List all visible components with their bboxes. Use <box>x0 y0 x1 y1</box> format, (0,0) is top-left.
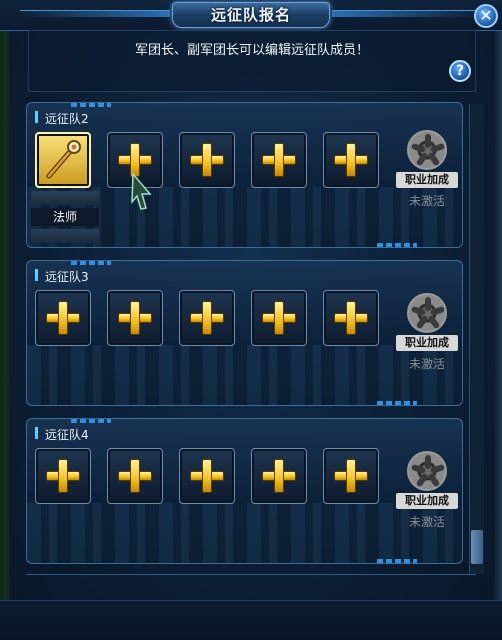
left-background-strip <box>0 0 10 640</box>
member-slot-add[interactable] <box>323 448 379 504</box>
class-bonus: 职业加成 未激活 <box>396 293 462 377</box>
staff-icon <box>46 140 81 179</box>
plus-icon <box>118 301 152 335</box>
team-panel-3: 远征队3 职业加成 未激活 <box>26 260 463 406</box>
member-slot-add[interactable] <box>179 132 235 188</box>
plus-icon <box>334 143 368 177</box>
class-bar <box>31 229 99 243</box>
panel-marker <box>35 269 38 281</box>
title-decoration-right <box>332 10 482 17</box>
scroll-thumb[interactable] <box>471 530 483 564</box>
plus-icon <box>190 143 224 177</box>
member-slot-add[interactable] <box>35 448 91 504</box>
plus-icon <box>262 459 296 493</box>
expedition-signup-window: 远征队报名 ✕ 军团长、副军团长可以编辑远征队成员！ ? 远征队2 法师 职业加… <box>0 0 502 640</box>
team-label: 远征队4 <box>45 428 89 442</box>
panel-dots-top <box>71 419 111 423</box>
class-bonus: 职业加成 未激活 <box>396 451 462 535</box>
member-slot-add[interactable] <box>251 448 307 504</box>
member-slot-add[interactable] <box>251 132 307 188</box>
member-slot-add[interactable] <box>35 290 91 346</box>
panel-marker <box>35 427 38 439</box>
member-slot-staff[interactable] <box>35 132 91 188</box>
member-slot-add[interactable] <box>179 448 235 504</box>
panel-dots-top <box>71 103 111 107</box>
member-slot-add[interactable] <box>107 448 163 504</box>
close-icon[interactable]: ✕ <box>474 4 498 28</box>
plus-icon <box>262 301 296 335</box>
class-bonus: 职业加成 未激活 <box>396 130 462 214</box>
class-bar <box>31 191 99 205</box>
member-class-name: 法师 <box>31 208 99 226</box>
plus-icon <box>46 301 80 335</box>
plus-icon <box>190 459 224 493</box>
panel-dots-top <box>71 261 111 265</box>
team-label: 远征队3 <box>45 270 89 284</box>
bonus-status: 未激活 <box>408 357 445 371</box>
bonus-status: 未激活 <box>408 194 445 208</box>
notice-text: 军团长、副军团长可以编辑远征队成员！ <box>134 43 369 58</box>
title-bar: 远征队报名 ✕ <box>0 0 502 31</box>
plus-icon <box>46 459 80 493</box>
panel-dots-bottom <box>377 401 417 405</box>
panel-dots-bottom <box>377 243 417 247</box>
team-panel-2: 远征队2 法师 职业加成 未激活 <box>26 102 463 248</box>
title-plate: 远征队报名 <box>172 2 330 28</box>
member-slot-add[interactable] <box>107 290 163 346</box>
team-panel-4: 远征队4 职业加成 未激活 <box>26 418 463 564</box>
team-label: 远征队2 <box>45 112 89 126</box>
panel-dots-bottom <box>377 559 417 563</box>
member-slot-add[interactable] <box>323 290 379 346</box>
bottom-frame <box>26 574 476 581</box>
plus-icon <box>262 143 296 177</box>
window-title: 远征队报名 <box>210 6 291 24</box>
right-background-strip <box>494 0 502 640</box>
notice-box: 军团长、副军团长可以编辑远征队成员！ <box>28 30 476 92</box>
plus-icon <box>190 301 224 335</box>
help-icon[interactable]: ? <box>449 60 471 82</box>
vertical-scrollbar[interactable] <box>469 104 484 574</box>
plus-icon <box>334 301 368 335</box>
footer-bar <box>0 600 502 640</box>
plus-icon <box>118 459 152 493</box>
member-class-box: 法师 <box>31 191 99 243</box>
member-slot-add[interactable] <box>179 290 235 346</box>
member-slot-add[interactable] <box>323 132 379 188</box>
bonus-label: 职业加成 <box>396 172 458 188</box>
aperture-icon <box>407 130 447 170</box>
bonus-label: 职业加成 <box>396 335 458 351</box>
panel-marker <box>35 111 38 123</box>
mouse-cursor-icon <box>131 172 152 210</box>
aperture-icon <box>407 293 447 333</box>
aperture-icon <box>407 451 447 491</box>
title-decoration-left <box>20 10 170 17</box>
plus-icon <box>334 459 368 493</box>
bonus-label: 职业加成 <box>396 493 458 509</box>
member-slot-add[interactable] <box>251 290 307 346</box>
bonus-status: 未激活 <box>408 515 445 529</box>
